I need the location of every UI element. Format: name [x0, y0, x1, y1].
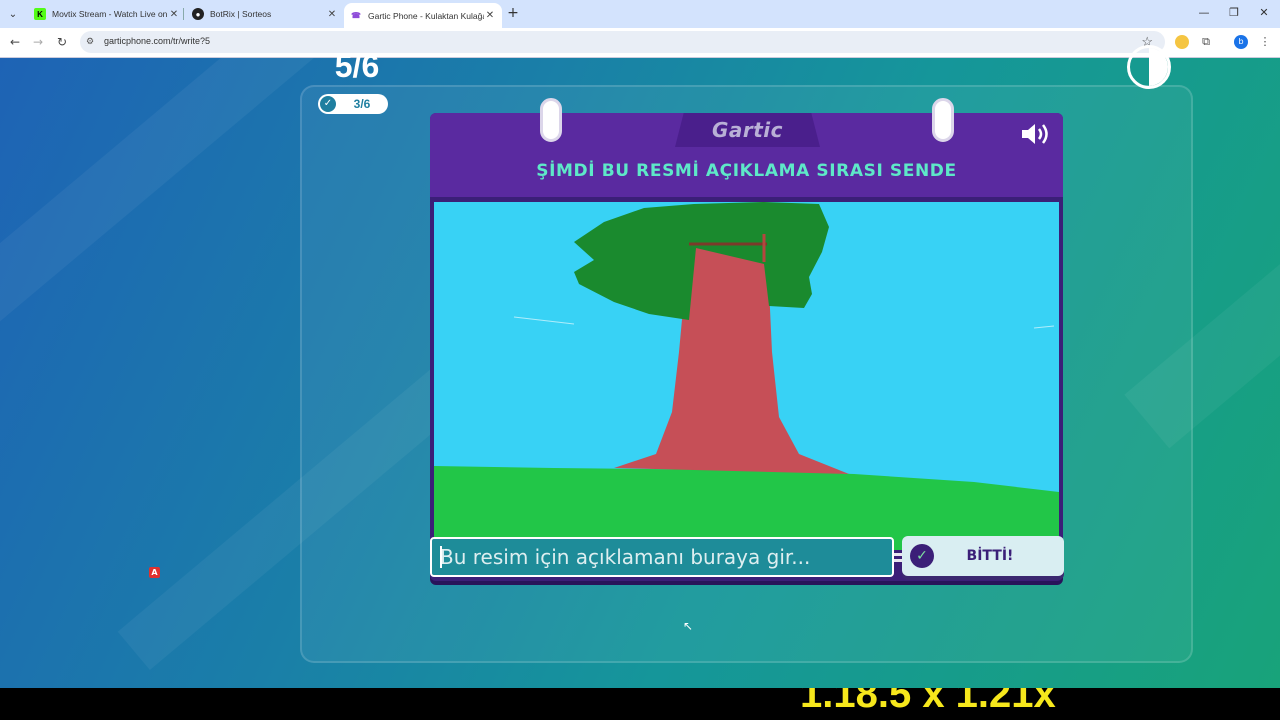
forward-arrow-icon[interactable]: →: [30, 34, 46, 50]
theme-toggle-button[interactable]: [1127, 45, 1171, 89]
site-info-icon[interactable]: ⚙: [86, 36, 94, 47]
tree-drawing: [434, 202, 1059, 550]
gartic-logo: Gartic: [711, 118, 784, 142]
notebook-ring: [932, 98, 954, 142]
address-bar[interactable]: ⚙ garticphone.com/tr/write?5 ☆: [80, 31, 1165, 53]
tab-title: Gartic Phone - Kulaktan Kulağa: [368, 10, 484, 21]
botrix-favicon-icon: ●: [192, 8, 204, 20]
extension-icon[interactable]: [1175, 35, 1189, 49]
back-arrow-icon[interactable]: ←: [7, 34, 23, 50]
minimize-icon[interactable]: —: [1196, 6, 1212, 19]
players-done-count: 3/6: [353, 97, 371, 111]
card-header: Gartic ŞİMDİ BU RESMİ AÇIKLAMA SIRASI SE…: [430, 113, 1063, 197]
movtix-favicon-icon: K: [34, 8, 46, 20]
adblock-icon[interactable]: A: [149, 567, 160, 578]
restore-icon[interactable]: ❐: [1226, 6, 1242, 19]
notebook-ring: [540, 98, 562, 142]
tab-title: Movtix Stream - Watch Live on: [52, 9, 168, 19]
close-window-icon[interactable]: ✕: [1256, 6, 1272, 19]
drawing-card: Gartic ŞİMDİ BU RESMİ AÇIKLAMA SIRASI SE…: [430, 113, 1063, 581]
browser-toolbar: ← → ↻ ⚙ garticphone.com/tr/write?5 ☆: [0, 28, 1280, 58]
instruction-text: ŞİMDİ BU RESMİ AÇIKLAMA SIRASI SENDE: [536, 161, 957, 181]
close-icon[interactable]: ✕: [326, 9, 338, 20]
tab-gartic[interactable]: ☎ Gartic Phone - Kulaktan Kulağa ✕: [344, 3, 502, 28]
mouse-cursor-icon: ↖: [683, 619, 694, 633]
new-tab-button[interactable]: +: [505, 5, 521, 21]
check-icon: ✓: [320, 96, 336, 112]
profile-avatar[interactable]: b: [1234, 35, 1248, 49]
drawing-canvas: [434, 202, 1059, 550]
tab-divider: [183, 8, 184, 20]
close-icon[interactable]: ✕: [168, 9, 180, 20]
reload-icon[interactable]: ↻: [54, 34, 70, 50]
overlay-text: 1.18.5 x 1.21x: [800, 688, 1056, 716]
players-done-badge: ✓ 3/6: [318, 94, 388, 114]
url-text: garticphone.com/tr/write?5: [104, 36, 211, 46]
done-button[interactable]: ✓ BİTTİ!: [902, 536, 1064, 576]
volume-icon[interactable]: [1020, 121, 1054, 147]
kebab-menu-icon[interactable]: ⋮: [1258, 35, 1272, 49]
contrast-icon: [1149, 48, 1168, 86]
tab-movtix[interactable]: K Movtix Stream - Watch Live on ✕: [28, 3, 186, 25]
tab-strip: ⌄ K Movtix Stream - Watch Live on ✕ ● Bo…: [0, 0, 1280, 28]
close-icon[interactable]: ✕: [484, 10, 496, 21]
extensions-puzzle-icon[interactable]: ⧉: [1199, 35, 1213, 49]
overlay-bar: 1.18.5 x 1.21x: [0, 688, 1280, 720]
tab-title: BotRix | Sorteos: [210, 9, 272, 19]
tab-search-icon[interactable]: ⌄: [5, 6, 21, 22]
gartic-favicon-icon: ☎: [351, 11, 361, 20]
round-counter: 5/6: [334, 48, 380, 84]
done-button-label: BİTTİ!: [966, 548, 1014, 564]
description-input[interactable]: [430, 537, 894, 577]
text-caret: [440, 546, 442, 568]
tab-botrix[interactable]: ● BotRix | Sorteos ✕: [186, 3, 344, 25]
logo-plate: Gartic: [675, 113, 820, 147]
check-icon: ✓: [910, 544, 934, 568]
